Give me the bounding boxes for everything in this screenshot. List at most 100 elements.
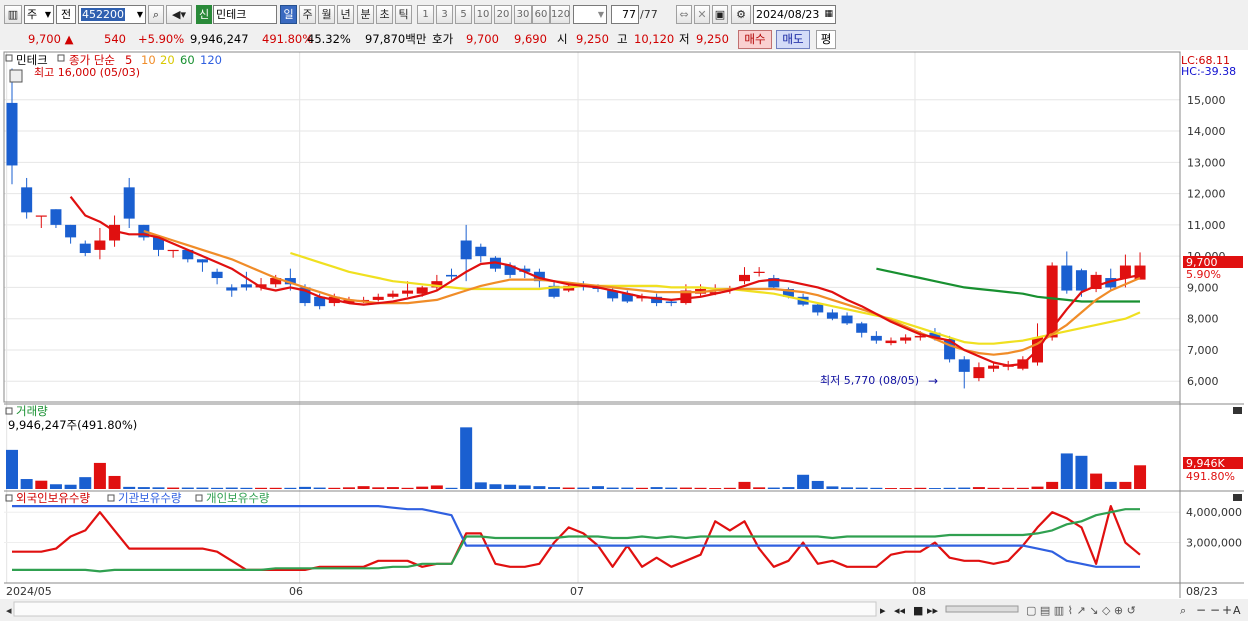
volume-bar — [885, 488, 897, 489]
plus-icon[interactable]: + — [1222, 603, 1232, 617]
interval-1[interactable]: 1 — [417, 5, 434, 24]
market-select-value: 주 — [27, 8, 38, 21]
zoom-icon[interactable]: ⇔ — [676, 5, 692, 24]
volume-bar — [167, 487, 180, 489]
drawing-tools-icon[interactable]: ▢ ▤ ▥ ⌇ ↗ ↘ ◇ ⊕ ↺ — [1026, 604, 1136, 617]
volume-bar — [1060, 453, 1073, 489]
volume-bar — [855, 487, 868, 489]
volume-bar — [679, 487, 692, 489]
range-button[interactable]: 전 — [56, 5, 76, 24]
open-label: 시 — [557, 32, 568, 46]
buy-button[interactable]: 매수 — [738, 30, 772, 49]
volume-bar — [694, 487, 707, 489]
calendar-icon[interactable] — [9, 69, 23, 83]
zoom-out-icon[interactable]: − — [1196, 603, 1206, 617]
menu-icon[interactable]: ▥ — [4, 5, 22, 24]
candle-body — [372, 296, 384, 300]
rewind-icon[interactable]: ◂◂ — [894, 604, 906, 617]
interval-30[interactable]: 30 — [514, 5, 532, 24]
close-panel-icon[interactable] — [1233, 407, 1242, 414]
volume-bar — [899, 488, 912, 489]
interval-10[interactable]: 10 — [474, 5, 492, 24]
bid-price: 9,690 — [514, 32, 547, 46]
last-pct-tag: 5.90% — [1186, 268, 1221, 281]
volume-bar — [958, 487, 971, 489]
candle-body — [900, 337, 912, 341]
chevron-down-icon[interactable]: ▼ — [137, 6, 143, 23]
save-icon[interactable]: ▣ — [712, 5, 728, 24]
price-tick-label: 15,000 — [1187, 94, 1226, 107]
interval-60[interactable]: 60 — [532, 5, 550, 24]
settings-icon[interactable]: ⚙ — [731, 5, 751, 24]
crosshair-icon[interactable]: ✕ — [694, 5, 710, 24]
speaker-icon[interactable]: ◀▾ — [166, 5, 192, 24]
candle-body — [240, 284, 252, 288]
up-arrow-icon: ▲ — [64, 32, 74, 46]
ma120-label: 120 — [200, 53, 222, 67]
listing-badge: 신 — [196, 5, 212, 24]
date-input[interactable]: 2024/08/23 ▦ — [753, 5, 836, 24]
volume-bar — [240, 487, 253, 489]
minus-icon[interactable]: − — [1210, 603, 1220, 617]
volume-bar — [313, 487, 326, 489]
close-panel-icon[interactable] — [1233, 494, 1242, 501]
fast-forward-icon[interactable]: ▸▸ — [927, 604, 939, 617]
volume-bar — [401, 487, 414, 489]
volume-bar — [357, 486, 370, 489]
search-icon[interactable]: ⌕ — [148, 5, 164, 24]
candle-body — [753, 271, 765, 273]
price-tick-label: 12,000 — [1187, 188, 1226, 201]
volume-title: 거래량 — [16, 404, 48, 418]
candle-body — [475, 246, 487, 257]
volume-bar — [49, 484, 62, 489]
period-day[interactable]: 일 — [280, 5, 297, 24]
scroll-right-icon[interactable]: ▸ — [880, 604, 886, 617]
zoom-slider[interactable] — [945, 605, 1019, 613]
chart-background — [0, 50, 1248, 621]
text-tool-icon[interactable]: A — [1233, 604, 1241, 617]
low-label: 저 — [679, 32, 690, 46]
stop-icon[interactable]: ■ — [913, 604, 923, 617]
holding-tick-label: 3,000,000 — [1186, 537, 1242, 550]
count-input[interactable]: 77 — [611, 5, 639, 24]
interval-120[interactable]: 120 — [550, 5, 570, 24]
horizontal-scrollbar[interactable] — [13, 601, 877, 617]
volume-bar — [738, 481, 751, 489]
interval-5[interactable]: 5 — [455, 5, 472, 24]
custom-interval-select[interactable]: ▼ — [573, 5, 607, 24]
candle-body — [196, 259, 208, 263]
period-year[interactable]: 년 — [337, 5, 354, 24]
sell-button[interactable]: 매도 — [776, 30, 810, 49]
period-tick[interactable]: 틱 — [395, 5, 412, 24]
candle-body — [1134, 265, 1146, 280]
market-select[interactable]: 주 ▼ — [24, 5, 54, 24]
volume-bar — [474, 482, 487, 489]
zoom-icon[interactable]: ⌕ — [1180, 604, 1186, 617]
volume-bar — [1134, 465, 1147, 489]
interval-3[interactable]: 3 — [436, 5, 453, 24]
price-chart[interactable]: 15,00014,00013,00012,00011,00010,0009,00… — [0, 50, 1248, 621]
candle-body — [446, 274, 457, 277]
calendar-icon[interactable]: ▦ — [824, 6, 833, 23]
candle-body — [460, 240, 472, 260]
ma5-label: 5 — [125, 53, 132, 67]
volume-bar — [1031, 486, 1044, 489]
period-second[interactable]: 초 — [376, 5, 393, 24]
stock-code-input[interactable]: 452200 ▼ — [78, 5, 146, 24]
candle-body — [988, 365, 1000, 369]
scroll-left-icon[interactable]: ◂ — [6, 604, 12, 617]
volume-bar — [504, 484, 517, 489]
period-minute[interactable]: 분 — [357, 5, 374, 24]
period-month[interactable]: 월 — [318, 5, 335, 24]
volume-bar — [20, 479, 33, 489]
price-tick-label: 9,000 — [1187, 281, 1219, 294]
volume-bar — [123, 486, 136, 489]
evaluate-button[interactable]: 평 — [816, 30, 836, 49]
chart-toolbar: ▥ 주 ▼ 전 452200 ▼ ⌕ ◀▾ 신 민테크 일 주 월 년 분 초 틱 … — [0, 0, 1248, 30]
interval-20[interactable]: 20 — [494, 5, 512, 24]
period-week[interactable]: 주 — [299, 5, 316, 24]
volume-bar — [665, 487, 678, 489]
candle-body — [167, 249, 179, 252]
volume-bar — [1090, 473, 1103, 489]
volume-bar — [64, 484, 77, 489]
